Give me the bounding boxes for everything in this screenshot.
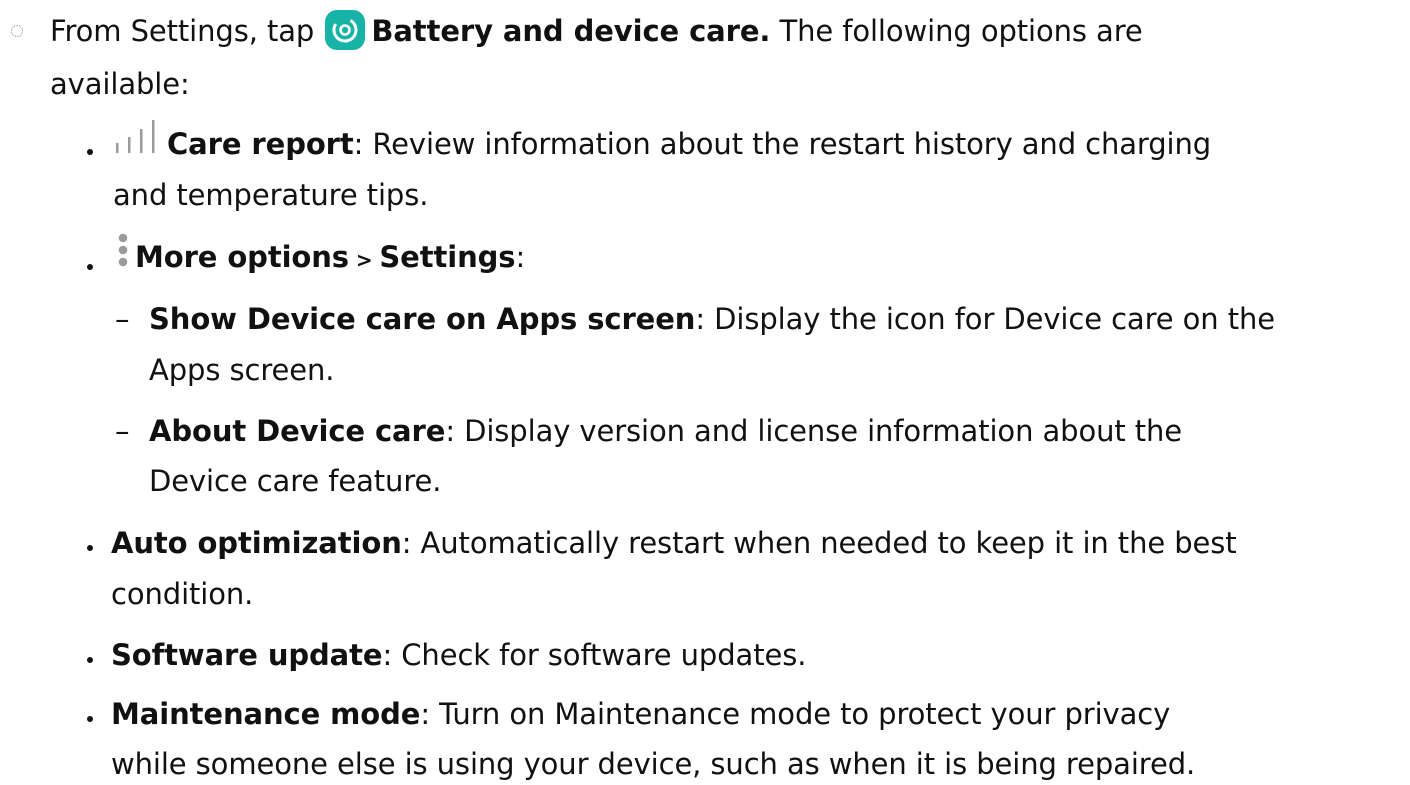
list-item-care-report: Care report: Review information about th…	[113, 120, 1212, 171]
about-device-care-desc-cont: Device care feature.	[149, 464, 442, 498]
software-update-title: Software update	[111, 638, 383, 672]
show-device-care-desc: : Display the icon for Device care on th…	[695, 302, 1275, 336]
list-item-more-options: More options > Settings:	[113, 233, 526, 284]
intro-text-end: The following options are	[779, 14, 1143, 48]
list-item-software-update: Software update: Check for software upda…	[111, 635, 806, 675]
device-care-icon	[325, 10, 366, 50]
auto-optimization-desc: : Automatically restart when needed to k…	[401, 526, 1237, 560]
bullet-icon	[87, 149, 93, 155]
bullet-icon	[87, 264, 93, 270]
care-report-desc: : Review information about the restart h…	[353, 127, 1212, 161]
settings-title: Settings	[379, 240, 516, 274]
dash-marker: –	[115, 302, 130, 336]
list-item-care-report-cont: and temperature tips.	[113, 175, 428, 215]
bullet-icon	[87, 545, 93, 551]
subitem-show-device-care: Show Device care on Apps screen: Display…	[149, 299, 1275, 339]
dash-marker: –	[115, 414, 130, 448]
auto-optimization-desc-cont: condition.	[111, 577, 254, 611]
list-item-auto-optimization: Auto optimization: Automatically restart…	[111, 523, 1237, 563]
more-options-icon	[113, 230, 135, 280]
subitem-show-device-care-cont: Apps screen.	[149, 350, 335, 390]
bullet-icon	[87, 657, 93, 663]
bar-chart-icon	[113, 117, 167, 167]
intro-line-1: From Settings, tap Battery and device ca…	[50, 10, 1143, 53]
about-device-care-desc: : Display version and license informatio…	[445, 414, 1183, 448]
list-item-auto-optimization-cont: condition.	[111, 574, 253, 614]
care-report-title: Care report	[167, 127, 354, 161]
intro-text-start: From Settings, tap	[50, 14, 315, 48]
auto-optimization-title: Auto optimization	[111, 526, 402, 560]
intro-line-2: available:	[50, 64, 190, 104]
battery-device-care-label: Battery and device care.	[371, 14, 771, 48]
list-item-maintenance-mode: Maintenance mode: Turn on Maintenance mo…	[111, 694, 1170, 734]
maintenance-mode-desc: : Turn on Maintenance mode to protect yo…	[420, 697, 1171, 731]
about-device-care-title: About Device care	[149, 414, 446, 448]
maintenance-mode-desc-cont: while someone else is using your device,…	[111, 747, 1196, 781]
subitem-about-device-care-cont: Device care feature.	[149, 461, 441, 501]
subitem-about-device-care: About Device care: Display version and l…	[149, 411, 1182, 451]
document-body: From Settings, tap Battery and device ca…	[0, 0, 1410, 785]
care-report-desc-cont: and temperature tips.	[113, 178, 429, 212]
maintenance-mode-title: Maintenance mode	[111, 697, 421, 731]
more-options-title: More options	[135, 240, 349, 274]
more-options-colon: :	[515, 240, 526, 274]
separator-arrow: >	[348, 248, 380, 272]
software-update-desc: : Check for software updates.	[382, 638, 807, 672]
hollow-bullet-icon	[11, 25, 23, 37]
intro-text-available: available:	[50, 67, 190, 101]
list-item-maintenance-mode-cont: while someone else is using your device,…	[111, 744, 1195, 784]
show-device-care-title: Show Device care on Apps screen	[149, 302, 696, 336]
show-device-care-desc-cont: Apps screen.	[149, 353, 335, 387]
bullet-icon	[87, 716, 93, 722]
